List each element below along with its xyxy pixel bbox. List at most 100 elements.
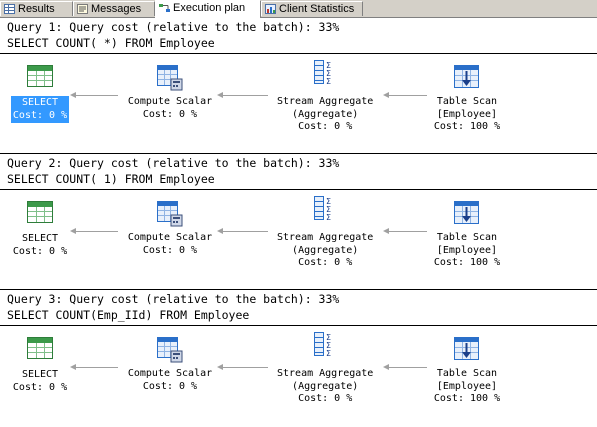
plan-operator-node[interactable]: Stream Aggregate (Aggregate) Cost: 0 % xyxy=(275,367,375,407)
operator-name: Compute Scalar xyxy=(127,232,213,243)
operator-cost: Cost: 0 % xyxy=(298,121,353,132)
plan-operator-node[interactable]: Compute Scalar Cost: 0 % xyxy=(120,95,220,122)
query-sql-text: SELECT COUNT( *) FROM Employee xyxy=(7,36,215,50)
query-plan-3: Query 3: Query cost (relative to the bat… xyxy=(0,289,597,427)
operator-name: SELECT xyxy=(21,97,59,108)
stream-aggregate-icon[interactable]: ΣΣΣ xyxy=(312,195,338,225)
tab-execution-plan-label: Execution plan xyxy=(173,2,246,14)
tab-results[interactable]: Results xyxy=(0,1,73,16)
select-icon[interactable] xyxy=(27,201,53,227)
operator-cost: Cost: 0 % xyxy=(12,381,68,393)
query-plan-1: Query 1: Query cost (relative to the bat… xyxy=(0,19,597,155)
arrowhead xyxy=(383,364,389,370)
compute-scalar-icon[interactable] xyxy=(157,337,183,367)
tab-execution-plan[interactable]: Execution plan xyxy=(155,0,261,18)
plan-operator-node[interactable]: Compute Scalar Cost: 0 % xyxy=(120,367,220,394)
query-header: Query 2: Query cost (relative to the bat… xyxy=(7,156,340,170)
operator-cost: Cost: 0 % xyxy=(298,257,353,268)
compute-scalar-icon[interactable] xyxy=(157,65,183,95)
select-icon[interactable] xyxy=(27,337,53,363)
operator-label: Stream Aggregate (Aggregate) Cost: 0 % xyxy=(275,95,375,135)
plan-operator-node[interactable]: Compute Scalar Cost: 0 % xyxy=(120,231,220,258)
plan-separator xyxy=(0,153,597,154)
operator-name: Compute Scalar xyxy=(127,368,213,379)
svg-text:Σ: Σ xyxy=(326,213,331,221)
svg-text:Σ: Σ xyxy=(326,77,331,85)
plan-operator-node[interactable]: SELECT Cost: 0 % xyxy=(0,96,90,123)
results-tab-bar: Results Messages Execution plan Client S… xyxy=(0,0,597,18)
header-separator xyxy=(0,189,597,190)
messages-icon xyxy=(77,4,88,14)
compute-scalar-icon[interactable] xyxy=(157,201,183,231)
plan-operator-node[interactable]: SELECT Cost: 0 % xyxy=(0,232,90,259)
operator-name: Compute Scalar xyxy=(127,96,213,107)
operator-label: Stream Aggregate (Aggregate) Cost: 0 % xyxy=(275,231,375,271)
operator-name: Stream Aggregate xyxy=(277,232,374,243)
plan-operator-node[interactable]: Table Scan [Employee] Cost: 100 % xyxy=(417,231,517,271)
header-separator xyxy=(0,325,597,326)
tab-messages[interactable]: Messages xyxy=(73,1,155,16)
operator-detail: [Employee] xyxy=(436,108,498,120)
svg-text:Σ: Σ xyxy=(326,349,331,357)
query-sql-text: SELECT COUNT(Emp_IId) FROM Employee xyxy=(7,308,250,322)
table-scan-icon[interactable] xyxy=(454,65,480,93)
operator-name: Stream Aggregate xyxy=(277,368,374,379)
arrowhead xyxy=(383,92,389,98)
stream-aggregate-icon[interactable]: ΣΣΣ xyxy=(312,331,338,361)
tab-client-statistics[interactable]: Client Statistics xyxy=(261,1,363,16)
stream-aggregate-icon[interactable]: ΣΣΣ xyxy=(312,59,338,89)
table-scan-icon[interactable] xyxy=(454,337,480,365)
operator-cost: Cost: 0 % xyxy=(298,393,353,404)
operator-detail: (Aggregate) xyxy=(292,108,359,120)
operator-cost: Cost: 0 % xyxy=(142,108,198,120)
operator-label: Compute Scalar Cost: 0 % xyxy=(126,231,214,258)
select-icon[interactable] xyxy=(27,65,53,91)
operator-detail: [Employee] xyxy=(436,244,498,256)
operator-label: Table Scan [Employee] Cost: 100 % xyxy=(432,367,502,407)
operator-cost: Cost: 100 % xyxy=(433,257,501,268)
grid-icon xyxy=(4,4,15,14)
query-sql-text: SELECT COUNT( 1) FROM Employee xyxy=(7,172,215,186)
operator-cost: Cost: 0 % xyxy=(142,380,198,392)
operator-name: Table Scan xyxy=(436,368,498,379)
operator-cost: Cost: 0 % xyxy=(12,245,68,257)
plan-operator-node[interactable]: Table Scan [Employee] Cost: 100 % xyxy=(417,95,517,135)
plan-operator-node[interactable]: Table Scan [Employee] Cost: 100 % xyxy=(417,367,517,407)
operator-label: SELECT Cost: 0 % xyxy=(11,368,69,395)
operator-name: Table Scan xyxy=(436,96,498,107)
operator-detail: (Aggregate) xyxy=(292,380,359,392)
client-statistics-icon xyxy=(265,4,276,14)
operator-cost: Cost: 0 % xyxy=(12,109,68,121)
execution-plan-icon xyxy=(159,3,170,13)
plan-operator-node[interactable]: SELECT Cost: 0 % xyxy=(0,368,90,395)
tab-messages-label: Messages xyxy=(91,3,142,15)
data-flow-arrow xyxy=(222,231,268,232)
operator-name: Stream Aggregate xyxy=(277,96,374,107)
operator-detail: (Aggregate) xyxy=(292,244,359,256)
operator-label: Stream Aggregate (Aggregate) Cost: 0 % xyxy=(275,367,375,407)
operator-label: Compute Scalar Cost: 0 % xyxy=(126,367,214,394)
operator-label: Table Scan [Employee] Cost: 100 % xyxy=(432,95,502,135)
data-flow-arrow xyxy=(222,367,268,368)
operator-name: SELECT xyxy=(21,369,59,380)
operator-name: SELECT xyxy=(21,233,59,244)
query-plan-2: Query 2: Query cost (relative to the bat… xyxy=(0,153,597,291)
plan-operator-node[interactable]: Stream Aggregate (Aggregate) Cost: 0 % xyxy=(275,231,375,271)
operator-cost: Cost: 0 % xyxy=(142,244,198,256)
header-separator xyxy=(0,53,597,54)
operator-detail: [Employee] xyxy=(436,380,498,392)
arrowhead xyxy=(383,228,389,234)
tab-client-statistics-label: Client Statistics xyxy=(279,3,355,15)
query-header: Query 1: Query cost (relative to the bat… xyxy=(7,20,340,34)
operator-cost: Cost: 100 % xyxy=(433,121,501,132)
query-header: Query 3: Query cost (relative to the bat… xyxy=(7,292,340,306)
plan-operator-node[interactable]: Stream Aggregate (Aggregate) Cost: 0 % xyxy=(275,95,375,135)
table-scan-icon[interactable] xyxy=(454,201,480,229)
plan-separator xyxy=(0,289,597,290)
operator-cost: Cost: 100 % xyxy=(433,393,501,404)
tab-results-label: Results xyxy=(18,3,55,15)
operator-name: Table Scan xyxy=(436,232,498,243)
operator-label: SELECT Cost: 0 % xyxy=(10,96,70,123)
operator-label: SELECT Cost: 0 % xyxy=(11,232,69,259)
operator-label: Table Scan [Employee] Cost: 100 % xyxy=(432,231,502,271)
